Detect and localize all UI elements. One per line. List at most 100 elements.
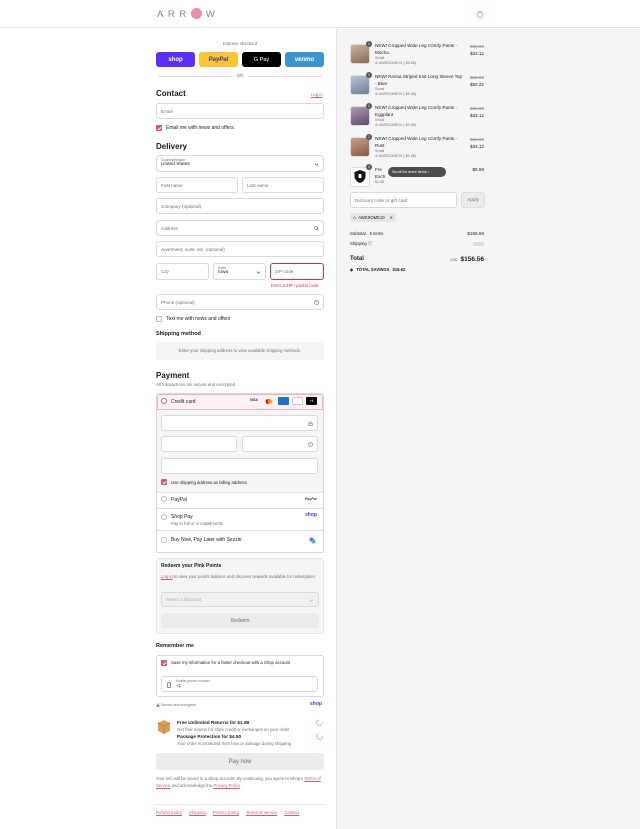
logo-circle-icon [190,8,202,19]
email-news-checkbox[interactable] [156,125,162,131]
item-sale-price: $33.12 [469,143,484,149]
shop-pay-subtitle: Pay in full or in installments [171,521,224,526]
company-field[interactable]: Company (optional) [156,198,324,214]
address-field[interactable]: Address [156,220,324,236]
quantity-badge: 1 [366,103,372,109]
security-code-field[interactable]: ? [242,436,318,452]
redeem-button[interactable]: Redeem [161,613,319,628]
discount-tag: ◇ AWESOME10 ✕ [350,213,397,222]
save-info-label: Save my information for a faster checkou… [171,660,291,665]
paypal-radio[interactable] [161,496,167,502]
contact-link[interactable]: Contact [284,810,299,815]
shipping-method-title: Shipping method [156,331,201,337]
item-subprice: $1.98 [375,180,385,184]
store-logo[interactable]: ARR W [157,8,219,20]
product-thumbnail [350,44,370,64]
sezzle-option-label[interactable]: Buy Now, Pay Later with Sezzle [171,537,242,543]
savings-value: $16.62 [392,267,406,272]
lock-icon [308,421,313,426]
savings-label: TOTAL SAVINGS [356,267,390,272]
text-news-label: Text me with news and offers [166,316,231,322]
login-link[interactable]: Log in [311,92,323,97]
remove-discount-icon[interactable]: ✕ [390,213,394,222]
text-news-checkbox[interactable] [156,316,162,322]
rewards-login-link[interactable]: Log in [161,574,173,579]
help-icon[interactable]: ? [314,300,319,305]
mobile-phone-value: +1 [176,683,182,688]
returns-toggle-icon[interactable] [316,719,323,726]
chevron-down-icon [256,271,261,274]
first-name-field[interactable]: First name [156,177,238,193]
privacy-link[interactable]: Privacy Policy [213,783,239,788]
pay-now-button[interactable]: Pay now [156,753,324,770]
item-original-price: $36.80 [469,106,484,111]
order-item: NEW! Cropped Wide Leg Comfy Pants - Rust… [375,136,457,159]
product-thumbnail [350,106,370,126]
phone-placeholder: Phone (optional) [161,299,195,305]
zip-code-field[interactable]: ZIP code [270,263,324,280]
check-icon [157,126,161,130]
city-field[interactable]: City [156,263,209,280]
state-select[interactable]: State Iowa [213,263,266,280]
item-price: $36.80 $33.12 [470,106,484,119]
shop-pay-radio[interactable] [161,514,167,520]
mastercard-icon [265,399,273,404]
discount-select-placeholder: Select a discount [166,597,201,602]
check-icon [162,480,166,484]
help-icon[interactable]: ⓘ [367,241,372,246]
protection-toggle-icon[interactable] [316,733,323,740]
state-value: Iowa [218,270,229,275]
privacy-policy-link[interactable]: Privacy policy [213,810,239,815]
shield-icon [354,170,366,183]
scroll-hint[interactable]: Scroll for more items ↓ [388,167,446,177]
search-icon [314,226,319,231]
discover-icon [292,397,303,405]
shop-pay-button[interactable]: shop [156,52,195,67]
paypal-logo: PayPal [305,497,317,501]
address-placeholder: Address [161,225,178,231]
item-name: NEW! Cropped Wide Leg Comfy Pants - [375,136,457,141]
shipping-placeholder [473,242,484,246]
last-name-field[interactable]: Last name [242,177,324,193]
save-info-checkbox[interactable] [161,660,167,666]
email-field[interactable]: Email [156,103,324,119]
shop-pay-logo: shop [305,512,317,518]
item-name: NEW! Cropped Wide Leg Comfy Pants - [375,105,457,110]
help-icon[interactable]: ? [308,442,313,447]
mobile-phone-field[interactable]: Mobile phone number +1 [161,676,318,692]
total-label: Total [350,256,364,262]
phone-field[interactable]: Phone (optional) ? [156,294,324,310]
package-protection-title: Package Protection for $4.50 [177,734,242,739]
express-checkout-label: Express checkout [223,41,257,46]
discount-select[interactable]: Select a discount [161,592,319,607]
arrow-down-icon: ↓ [426,170,430,174]
svg-text:?: ? [316,301,318,305]
divider [156,804,324,805]
sezzle-radio[interactable] [161,537,167,543]
secure-label: Secure and encrypted [161,703,197,707]
shop-pay-option-label[interactable]: Shop Pay [171,514,193,520]
google-pay-button[interactable]: G Pay [242,52,281,67]
name-on-card-field[interactable] [161,458,318,474]
card-number-field[interactable] [161,415,318,431]
discount-code-field[interactable]: Discount code or gift card [350,192,457,208]
shipping-link[interactable]: Shipping [189,810,206,815]
payment-title: Payment [156,371,190,380]
paypal-button[interactable]: PayPal [199,52,238,67]
item-price: $36.80 $33.12 [470,137,484,150]
apply-button[interactable]: Apply [461,192,485,208]
expiry-field[interactable] [161,436,237,452]
country-select[interactable]: Country/Region United States [156,155,324,172]
paypal-option-label[interactable]: PayPal [171,497,187,503]
tag-icon: ◈ [350,267,354,272]
shopping-bag-icon[interactable] [476,10,484,18]
venmo-button[interactable]: venmo [285,52,324,67]
billing-address-checkbox[interactable] [161,479,167,485]
refund-policy-link[interactable]: Refund policy [156,810,182,815]
lock-icon [156,703,160,707]
terms-of-service-link[interactable]: Terms of service [246,810,277,815]
tag-icon: ◇ [353,215,357,220]
credit-card-radio[interactable] [161,398,167,404]
apartment-field[interactable]: Apartment, suite, etc. (optional) [156,241,324,257]
divider [157,508,323,509]
